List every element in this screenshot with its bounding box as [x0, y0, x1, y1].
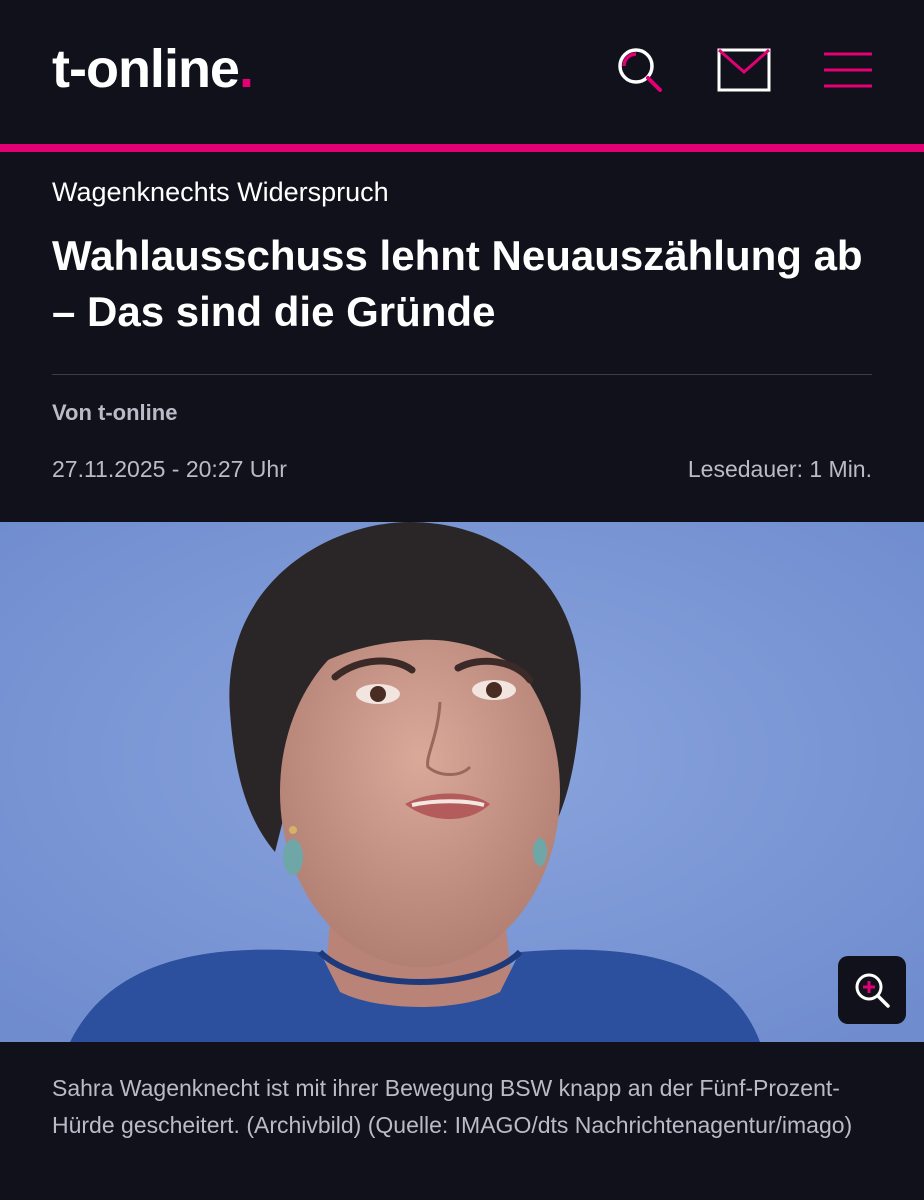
article-kicker[interactable]: Wagenknechts Widerspruch [52, 174, 389, 210]
logo-dot: . [238, 39, 254, 99]
menu-button[interactable] [820, 42, 876, 98]
mail-button[interactable] [716, 42, 772, 98]
image-caption: Sahra Wagenknecht ist mit ihrer Bewegung… [52, 1075, 853, 1138]
top-navigation-bar: t-online. [0, 0, 924, 144]
portrait-image [0, 522, 924, 1042]
accent-divider [0, 144, 924, 152]
menu-icon [824, 52, 872, 88]
logo-text: t-online [52, 39, 240, 99]
search-icon [618, 48, 662, 92]
site-logo[interactable]: t-online. [52, 36, 254, 102]
article-read-time: Lesedauer: 1 Min. [687, 456, 872, 482]
article-author[interactable]: Von t-online [52, 398, 177, 428]
article-headline: Wahlausschuss lehnt Neuauszählung ab – D… [52, 232, 863, 335]
search-button[interactable] [612, 42, 668, 98]
zoom-in-icon [855, 973, 890, 1008]
article-hero-image[interactable] [0, 522, 924, 1042]
meta-divider [52, 374, 872, 375]
image-zoom-button[interactable] [838, 956, 906, 1024]
mail-icon [717, 48, 771, 92]
article-date: 27.11.2025 - 20:27 Uhr [52, 456, 287, 482]
